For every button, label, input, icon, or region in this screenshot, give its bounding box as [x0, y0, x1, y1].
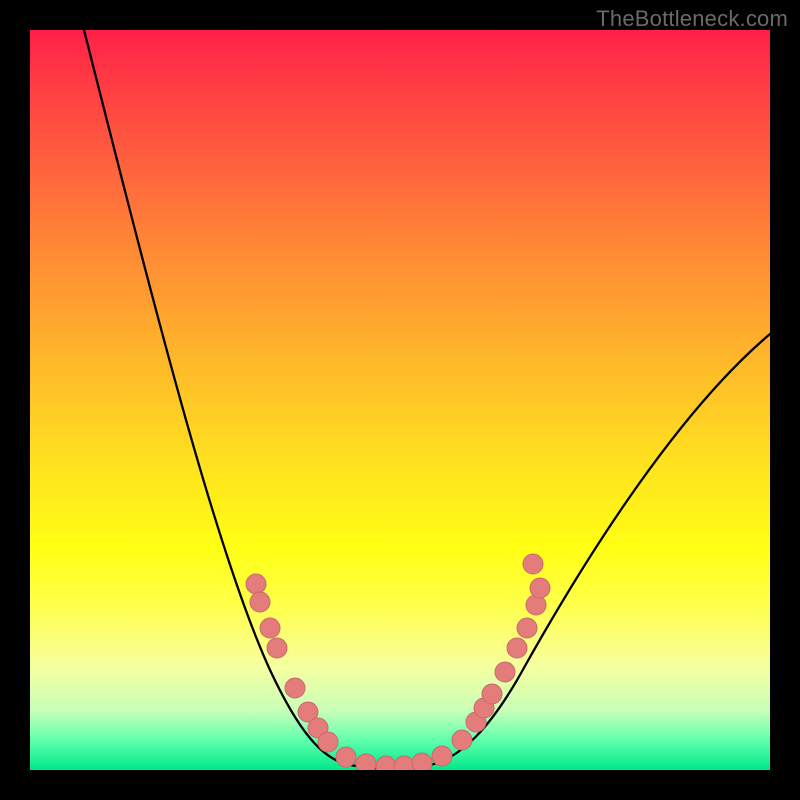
curve-marker	[507, 638, 527, 658]
curve-marker	[285, 678, 305, 698]
curve-marker	[452, 730, 472, 750]
curve-marker	[412, 753, 432, 770]
curve-marker	[246, 574, 266, 594]
curve-marker	[495, 662, 515, 682]
curve-marker	[530, 578, 550, 598]
curve-marker	[250, 592, 270, 612]
curve-marker	[482, 684, 502, 704]
curve-marker	[523, 554, 543, 574]
marker-layer	[246, 554, 550, 770]
chart-svg	[30, 30, 770, 770]
v-curve-line	[84, 30, 770, 769]
curve-marker	[376, 756, 396, 770]
curve-marker	[260, 618, 280, 638]
chart-plot-area	[30, 30, 770, 770]
curve-marker	[336, 747, 356, 767]
curve-marker	[394, 756, 414, 770]
curve-marker	[432, 746, 452, 766]
curve-marker	[267, 638, 287, 658]
curve-marker	[318, 732, 338, 752]
watermark-text: TheBottleneck.com	[596, 6, 788, 32]
curve-marker	[356, 754, 376, 770]
curve-marker	[517, 618, 537, 638]
